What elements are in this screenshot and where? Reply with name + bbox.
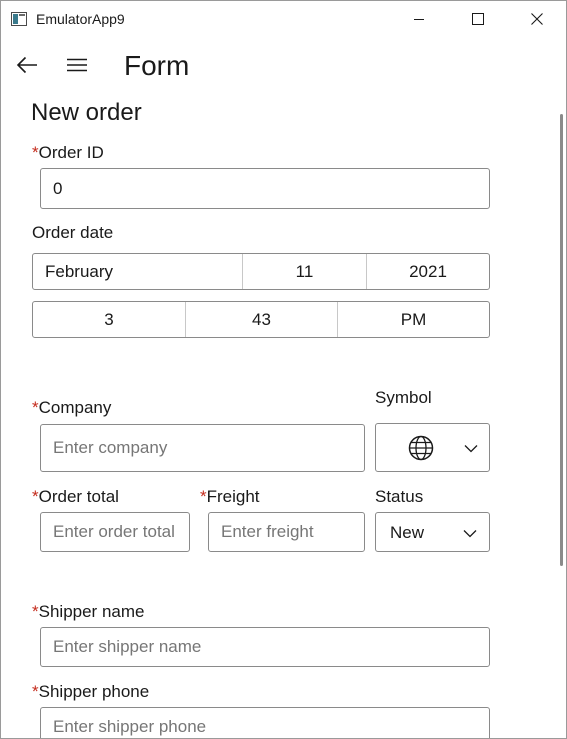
freight-label: *Freight [200,487,260,507]
order-total-label: *Order total [32,487,119,507]
required-marker: * [32,487,39,506]
app-icon [11,12,27,26]
date-picker[interactable]: February 11 2021 [32,253,490,290]
order-id-input[interactable] [40,168,490,209]
hamburger-menu-button[interactable] [59,49,95,81]
time-period[interactable]: PM [337,302,489,337]
required-marker: * [32,143,39,162]
symbol-label: Symbol [375,388,432,407]
time-hour[interactable]: 3 [33,302,185,337]
chevron-down-icon [464,445,478,453]
back-arrow-icon [16,56,37,74]
maximize-button[interactable] [455,1,501,37]
window-title: EmulatorApp9 [36,11,125,27]
company-label: *Company [32,398,111,418]
status-dropdown[interactable]: New [375,512,490,552]
date-day[interactable]: 11 [242,254,366,289]
order-id-label: *Order ID [32,143,104,163]
date-month[interactable]: February [33,254,242,289]
shipper-name-input[interactable] [40,627,490,667]
company-label-text: Company [38,398,112,417]
vertical-scrollbar[interactable] [560,114,563,566]
shipper-phone-label-text: Shipper phone [38,682,150,701]
required-marker: * [32,682,39,701]
chevron-down-icon [463,530,477,538]
hamburger-menu-icon [67,58,87,72]
back-button[interactable] [9,49,45,81]
freight-label-text: Freight [206,487,260,506]
title-bar: EmulatorApp9 [1,1,566,37]
company-input[interactable] [40,424,365,472]
globe-icon [408,435,434,461]
time-picker[interactable]: 3 43 PM [32,301,490,338]
required-marker: * [32,398,39,417]
date-year[interactable]: 2021 [366,254,489,289]
order-id-label-text: Order ID [38,143,104,162]
close-icon [531,13,543,25]
order-total-label-text: Order total [38,487,119,506]
shipper-phone-label: *Shipper phone [32,682,149,702]
symbol-dropdown[interactable] [375,423,490,472]
minimize-icon [414,19,424,20]
status-value: New [390,523,425,542]
required-marker: * [200,487,207,506]
shipper-name-label-text: Shipper name [38,602,145,621]
maximize-icon [472,13,484,25]
freight-input[interactable] [208,512,365,552]
page-title: Form [124,50,190,81]
form-heading: New order [31,99,142,126]
minimize-button[interactable] [396,1,442,37]
status-label: Status [375,487,424,506]
shipper-phone-input[interactable] [40,707,490,738]
shipper-name-label: *Shipper name [32,602,144,622]
time-minute[interactable]: 43 [185,302,337,337]
order-date-label: Order date [32,223,114,242]
required-marker: * [32,602,39,621]
close-button[interactable] [514,1,560,37]
order-total-input[interactable] [40,512,190,552]
app-window: EmulatorApp9 Form New order *Order ID Or… [0,0,567,739]
